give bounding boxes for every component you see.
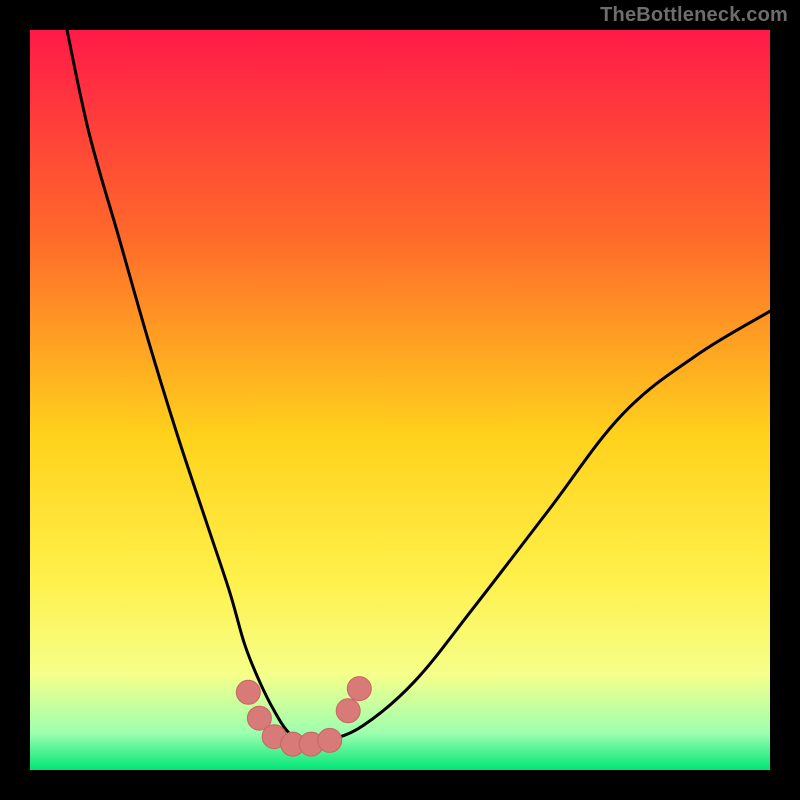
- data-point-marker: [347, 677, 371, 701]
- data-point-marker: [336, 699, 360, 723]
- data-markers: [236, 677, 371, 757]
- plot-area: [30, 30, 770, 770]
- chart-frame: TheBottleneck.com: [0, 0, 800, 800]
- watermark-text: TheBottleneck.com: [600, 4, 788, 27]
- bottleneck-curve: [67, 30, 770, 742]
- data-point-marker: [318, 728, 342, 752]
- data-point-marker: [236, 680, 260, 704]
- curve-layer: [30, 30, 770, 770]
